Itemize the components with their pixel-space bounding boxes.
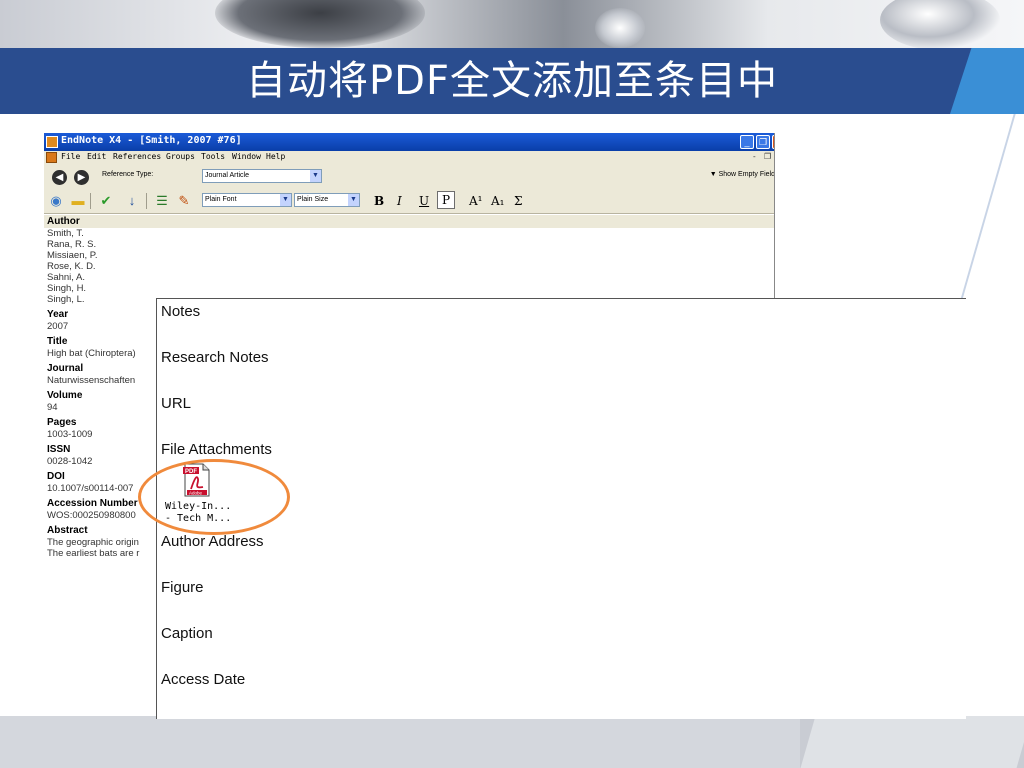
- field-label-figure: Figure: [161, 579, 204, 596]
- mdi-restore-button[interactable]: ❐: [764, 152, 771, 161]
- back-arrow-icon[interactable]: ◀: [52, 170, 67, 185]
- globe-icon[interactable]: ◉: [48, 193, 64, 209]
- decoration-line: [956, 114, 1016, 314]
- pin-icon[interactable]: ↓: [124, 193, 140, 209]
- reference-type-row: ◀ ▶ Reference Type: Journal Article ▼ ▼ …: [44, 165, 775, 189]
- symbol-button[interactable]: Σ: [514, 193, 522, 209]
- menu-references[interactable]: References: [113, 152, 161, 161]
- bold-button[interactable]: B: [374, 193, 384, 209]
- minimize-button[interactable]: _: [740, 135, 754, 149]
- close-button[interactable]: ✕: [772, 135, 774, 149]
- decoration-shape: [595, 8, 645, 48]
- double-chevron-down-icon: ▼: [709, 171, 717, 178]
- mdi-minimize-button[interactable]: -: [753, 152, 756, 161]
- show-empty-fields-button[interactable]: ▼ Show Empty Field: [709, 171, 775, 178]
- reference-type-value: Journal Article: [205, 172, 249, 179]
- decoration-shape: [880, 0, 1000, 50]
- field-label-notes: Notes: [161, 303, 201, 320]
- top-decoration: [0, 0, 1024, 50]
- window-title: EndNote X4 - [Smith, 2007 #76]: [61, 135, 242, 146]
- bottom-decoration: [0, 716, 1024, 768]
- underline-button[interactable]: U: [419, 193, 429, 209]
- superscript-button[interactable]: A¹: [469, 193, 482, 209]
- checkmark-icon[interactable]: ✔: [98, 193, 114, 209]
- forward-arrow-icon[interactable]: ▶: [74, 170, 89, 185]
- field-label-author-address: Author Address: [161, 533, 264, 550]
- font-select[interactable]: Plain Font ▼: [202, 193, 292, 207]
- list-icon[interactable]: ☰: [154, 193, 170, 209]
- title-band: 自动将PDF全文添加至条目中: [0, 48, 1024, 114]
- decoration-shape: [0, 716, 800, 768]
- reference-type-label: Reference Type:: [102, 171, 154, 178]
- author-value[interactable]: Rana, R. S.: [44, 239, 774, 250]
- menu-help[interactable]: Help: [266, 152, 285, 161]
- author-value[interactable]: Singh, H.: [44, 283, 774, 294]
- menu-edit[interactable]: Edit: [87, 152, 106, 161]
- field-label-access-date: Access Date: [161, 671, 246, 688]
- size-select[interactable]: Plain Size ▼: [294, 193, 360, 207]
- author-value[interactable]: Smith, T.: [44, 228, 774, 239]
- author-value[interactable]: Missiaen, P.: [44, 250, 774, 261]
- menu-window[interactable]: Window: [232, 152, 261, 161]
- document-icon: [46, 152, 57, 163]
- size-select-value: Plain Size: [297, 196, 329, 203]
- chevron-down-icon: ▼: [348, 194, 359, 206]
- reference-type-select[interactable]: Journal Article ▼: [202, 169, 322, 183]
- decoration-shape: [800, 716, 1024, 768]
- plain-button[interactable]: P: [437, 191, 455, 209]
- chevron-down-icon: ▼: [280, 194, 291, 206]
- author-value[interactable]: Sahni, A.: [44, 272, 774, 283]
- field-label-url: URL: [161, 395, 192, 412]
- italic-button[interactable]: I: [397, 193, 402, 209]
- window-titlebar: EndNote X4 - [Smith, 2007 #76] _ ❐ ✕: [44, 133, 774, 151]
- link-icon[interactable]: ✎: [176, 193, 192, 209]
- endnote-app-icon: [46, 136, 58, 148]
- decoration-shape: [215, 0, 425, 48]
- toolbar: ◉ ▬ ✔ ↓ ☰ ✎ Plain Font ▼ Plain Size ▼ B …: [44, 189, 774, 214]
- toolbar-separator: [90, 193, 91, 209]
- menu-groups[interactable]: Groups: [166, 152, 195, 161]
- subscript-button[interactable]: A₁: [491, 193, 504, 209]
- toolbar-separator: [146, 193, 147, 209]
- field-label-file-attachments: File Attachments: [161, 441, 272, 458]
- field-label-research-notes: Research Notes: [161, 349, 269, 366]
- menu-file[interactable]: File: [61, 152, 80, 161]
- font-select-value: Plain Font: [205, 196, 237, 203]
- field-label-caption: Caption: [161, 625, 213, 642]
- folder-icon[interactable]: ▬: [70, 193, 86, 209]
- restore-button[interactable]: ❐: [756, 135, 770, 149]
- author-value[interactable]: Rose, K. D.: [44, 261, 774, 272]
- highlight-circle: [138, 459, 290, 535]
- field-label-author: Author: [44, 215, 774, 228]
- menu-tools[interactable]: Tools: [201, 152, 225, 161]
- show-empty-fields-label: Show Empty Field: [718, 171, 775, 178]
- chevron-down-icon: ▼: [310, 170, 321, 182]
- menu-bar: File Edit References Groups Tools Window…: [44, 151, 774, 165]
- slide-title: 自动将PDF全文添加至条目中: [246, 58, 778, 104]
